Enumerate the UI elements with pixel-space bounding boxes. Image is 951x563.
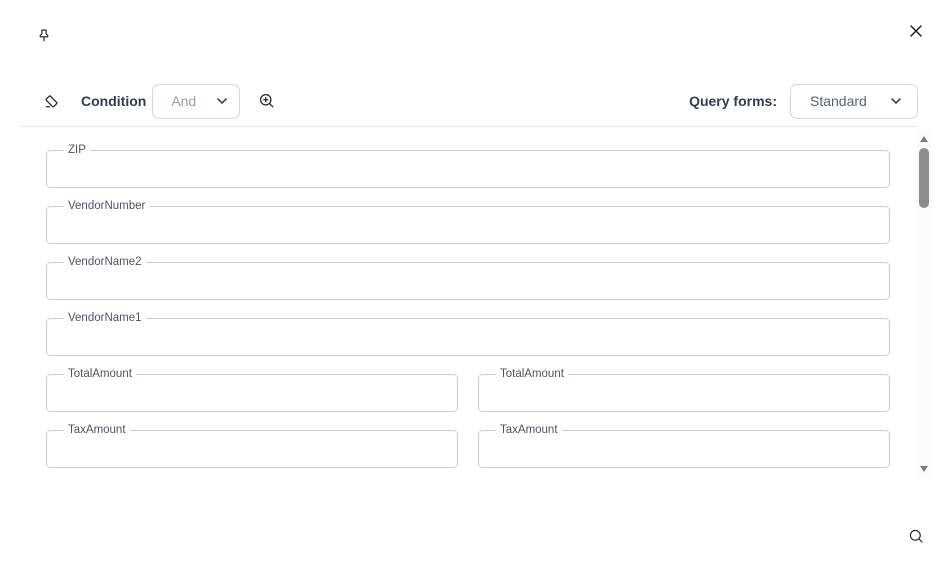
- condition-operator-value: And: [171, 93, 196, 109]
- query-field-input[interactable]: [59, 269, 877, 289]
- clear-conditions-button[interactable]: [42, 92, 61, 111]
- chevron-down-icon: [215, 94, 229, 108]
- query-field-input[interactable]: [59, 437, 445, 457]
- field-row: TotalAmount TotalAmount: [46, 367, 890, 412]
- query-field: ZIP: [46, 143, 890, 188]
- query-field-label: TotalAmount: [64, 367, 136, 381]
- query-field: TaxAmount: [478, 423, 890, 468]
- query-forms-label: Query forms:: [689, 93, 777, 109]
- scrollbar[interactable]: [917, 130, 931, 478]
- close-button[interactable]: [904, 19, 928, 43]
- field-row: VendorNumber: [46, 199, 890, 244]
- query-field-label: VendorNumber: [64, 199, 149, 213]
- query-field: TaxAmount: [46, 423, 458, 468]
- query-field-label: VendorName1: [64, 311, 146, 325]
- query-field-label: ZIP: [64, 143, 90, 157]
- query-field: VendorName1: [46, 311, 890, 356]
- query-forms-value: Standard: [810, 93, 867, 109]
- query-fields-area: ZIP VendorNumber VendorName2 VendorName1…: [0, 127, 917, 479]
- pushpin-icon: [35, 27, 53, 45]
- query-field-input[interactable]: [59, 157, 877, 177]
- pin-button[interactable]: [33, 25, 55, 47]
- zoom-in-button[interactable]: [255, 89, 279, 113]
- query-field-input[interactable]: [491, 381, 877, 401]
- query-field: TotalAmount: [46, 367, 458, 412]
- zoom-in-icon: [257, 91, 277, 111]
- query-field-label: TaxAmount: [64, 423, 130, 437]
- query-field-input[interactable]: [59, 325, 877, 345]
- query-field: VendorNumber: [46, 199, 890, 244]
- toolbar: Condition And Query forms: Standard: [0, 83, 951, 119]
- chevron-down-icon: [889, 94, 903, 108]
- scrollbar-thumb[interactable]: [919, 148, 929, 208]
- scroll-down-icon[interactable]: [917, 464, 931, 474]
- query-field-label: TaxAmount: [496, 423, 562, 437]
- condition-operator-select[interactable]: And: [152, 84, 240, 119]
- query-dialog: Condition And Query forms: Standard: [0, 0, 951, 563]
- query-forms-select[interactable]: Standard: [790, 84, 918, 119]
- query-field-input[interactable]: [491, 437, 877, 457]
- field-row: VendorName1: [46, 311, 890, 356]
- field-row: TaxAmount TaxAmount: [46, 423, 890, 468]
- query-field-label: TotalAmount: [496, 367, 568, 381]
- close-icon: [908, 23, 924, 39]
- scroll-up-icon[interactable]: [917, 134, 931, 144]
- query-field: VendorName2: [46, 255, 890, 300]
- query-field-input[interactable]: [59, 213, 877, 233]
- condition-label: Condition: [81, 93, 146, 109]
- search-icon: [907, 527, 926, 546]
- field-row: VendorName2: [46, 255, 890, 300]
- query-field-label: VendorName2: [64, 255, 146, 269]
- field-row: ZIP: [46, 143, 890, 188]
- query-field-input[interactable]: [59, 381, 445, 401]
- search-button[interactable]: [902, 522, 930, 550]
- query-field: TotalAmount: [478, 367, 890, 412]
- eraser-icon: [42, 92, 61, 111]
